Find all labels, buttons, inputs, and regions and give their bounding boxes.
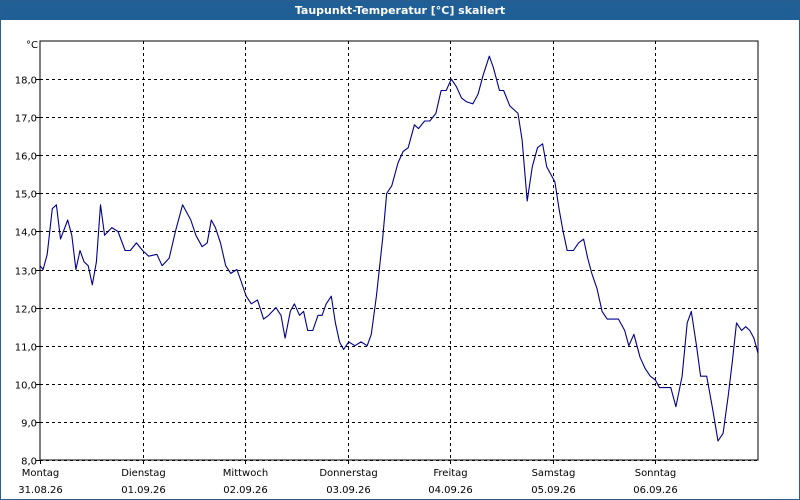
y-tick-label: 16,0 [15, 152, 37, 163]
y-axis: °C 8,0 9,0 10,0 11,0 12,0 13,0 14,0 15,0 16,0 17,… [15, 40, 40, 468]
y-tick-label: 13,0 [15, 267, 37, 278]
y-tick-label: 15,0 [15, 190, 37, 201]
y-tick-label: 17,0 [15, 114, 37, 125]
chart-area: °C 8,0 9,0 10,0 11,0 12,0 13,0 14,0 15,0 16,0 17,… [15, 40, 759, 496]
x-axis: Montag 31.08.26 Dienstag 01.09.26 Mittwoch 02… [18, 460, 678, 496]
x-tick-date-label: 03.09.26 [326, 485, 371, 496]
x-tick-date-label: 06.09.26 [633, 485, 678, 496]
x-tick-date-label: 31.08.26 [18, 485, 63, 496]
y-tick-label: 18,0 [15, 76, 37, 87]
y-tick-label: 11,0 [15, 343, 37, 354]
x-tick-day-label: Samstag [532, 468, 576, 479]
y-axis-unit-label: °C [26, 40, 38, 51]
x-tick-day-label: Dienstag [121, 468, 166, 479]
x-tick-date-label: 04.09.26 [428, 485, 473, 496]
x-tick-date-label: 01.09.26 [121, 485, 166, 496]
x-tick-date-label: 05.09.26 [531, 485, 576, 496]
x-tick-date-label: 02.09.26 [223, 485, 268, 496]
plot-frame [39, 40, 759, 461]
x-tick-day-label: Donnerstag [319, 468, 377, 479]
y-tick-label: 8,0 [21, 457, 37, 468]
y-tick-label: 14,0 [15, 228, 37, 239]
x-tick-day-label: Freitag [433, 468, 467, 479]
y-tick-label: 12,0 [15, 305, 37, 316]
x-tick-day-label: Mittwoch [223, 468, 268, 479]
x-tick-day-label: Sonntag [635, 468, 677, 479]
y-tick-label: 9,0 [21, 419, 37, 430]
y-tick-label: 10,0 [15, 381, 37, 392]
x-tick-day-label: Montag [22, 468, 59, 479]
